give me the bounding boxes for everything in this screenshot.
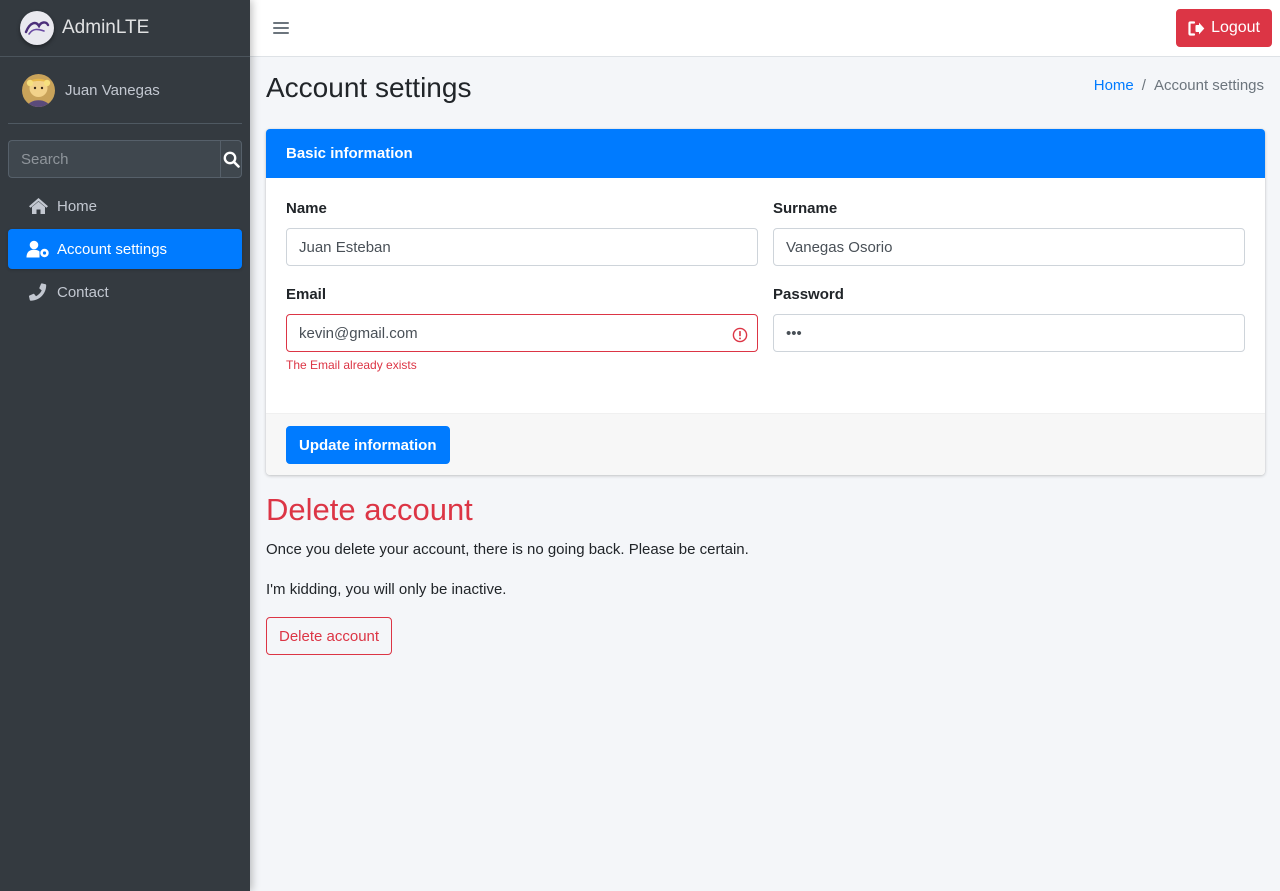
search-icon [223, 151, 240, 168]
surname-field: Surname [773, 200, 1245, 266]
surname-input[interactable] [773, 228, 1245, 266]
sidebar-item-label: Account settings [57, 240, 168, 258]
email-field: Email The Email already exists [286, 286, 758, 372]
delete-note-text: I'm kidding, you will only be inactive. [266, 581, 507, 598]
user-avatar-icon [22, 73, 55, 107]
logout-button[interactable]: Logout [1176, 9, 1272, 47]
brand-name: AdminLTE [62, 17, 150, 38]
main-sidebar: AdminLTE Juan Vanegas Search Home Accoun… [0, 0, 250, 891]
email-label: Email [286, 286, 327, 303]
breadcrumb-home-link[interactable]: Home [1094, 77, 1134, 94]
brand-logo-icon [20, 11, 54, 45]
delete-account-title: Delete account [266, 492, 473, 527]
card-header: Basic information [266, 129, 1265, 178]
delete-warning-text: Once you delete your account, there is n… [266, 541, 749, 558]
delete-account-button[interactable]: Delete account [266, 617, 393, 655]
page-title: Account settings [266, 72, 472, 103]
breadcrumb-separator: / [1141, 77, 1146, 94]
sidebar-item-label: Home [57, 197, 98, 215]
logout-icon [1188, 20, 1205, 36]
user-panel[interactable]: Juan Vanegas [8, 57, 242, 124]
email-input[interactable] [286, 314, 758, 352]
password-field: Password [773, 286, 1245, 352]
logout-label: Logout [1211, 19, 1260, 36]
user-cog-icon [26, 239, 50, 259]
phone-icon [26, 282, 50, 302]
sidebar-nav: Home Account settings Contact [8, 186, 242, 315]
brand-link[interactable]: AdminLTE [0, 0, 250, 57]
password-input[interactable] [773, 314, 1245, 352]
card-body: Name Surname Email The Email already exi… [266, 178, 1265, 413]
sidebar-search-button[interactable] [220, 140, 242, 178]
sidebar-search [8, 140, 242, 178]
card-footer: Update information [266, 413, 1265, 475]
password-label: Password [773, 286, 844, 303]
name-input[interactable] [286, 228, 758, 266]
sidebar-search-input[interactable] [8, 140, 220, 178]
user-name: Juan Vanegas [65, 81, 160, 99]
home-icon [26, 196, 50, 216]
menu-toggle-icon[interactable] [273, 18, 289, 38]
sidebar-item-account-settings[interactable]: Account settings [8, 229, 242, 269]
breadcrumb-current: Account settings [1153, 77, 1264, 94]
sidebar-item-home[interactable]: Home [8, 186, 242, 226]
sidebar-item-label: Contact [57, 283, 109, 301]
email-error-message: The Email already exists [286, 358, 417, 372]
error-icon [732, 327, 748, 343]
name-field: Name [286, 200, 758, 266]
basic-information-card: Basic information Name Surname Email The… [266, 129, 1265, 475]
surname-label: Surname [773, 200, 838, 217]
update-information-button[interactable]: Update information [286, 426, 450, 464]
sidebar-item-contact[interactable]: Contact [8, 272, 242, 312]
name-label: Name [286, 200, 327, 217]
top-navbar: Logout [250, 0, 1280, 57]
breadcrumb: Home / Account settings [1094, 77, 1264, 94]
